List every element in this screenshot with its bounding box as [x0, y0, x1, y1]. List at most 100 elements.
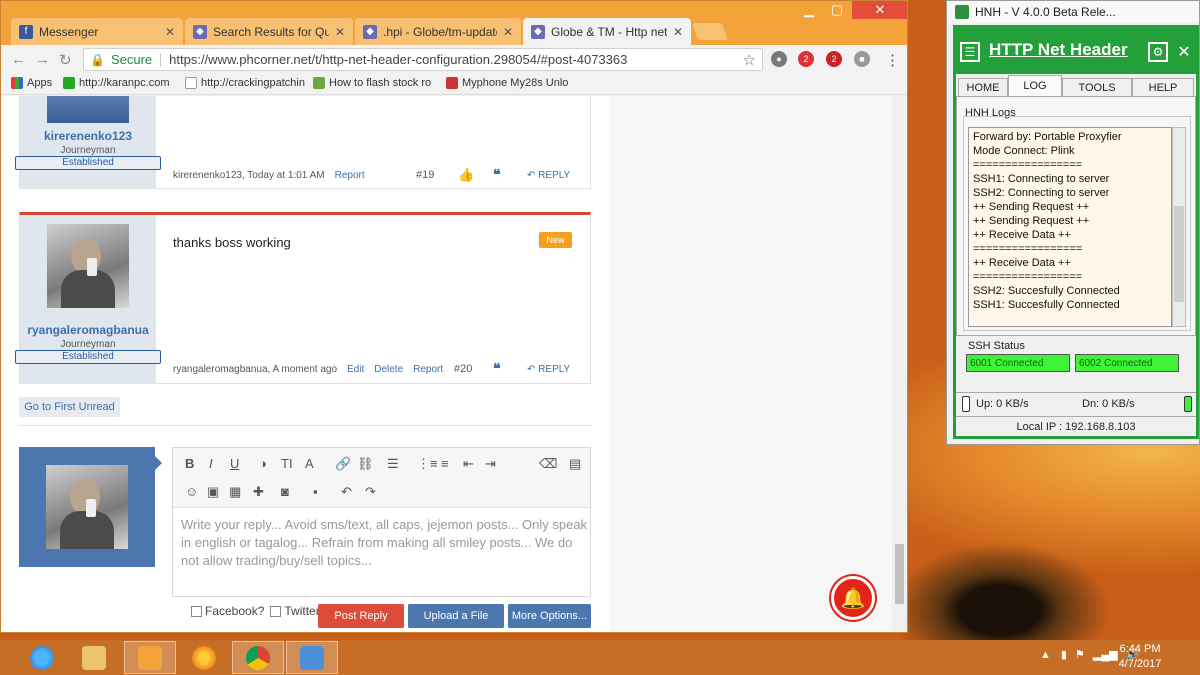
- menu-kebab-icon[interactable]: ⋮: [885, 51, 900, 69]
- bullet-list-icon[interactable]: ⋮≡: [417, 456, 438, 472]
- quote-icon[interactable]: ❝: [493, 360, 501, 377]
- undo-icon[interactable]: ↶: [341, 484, 352, 500]
- bookmark-crackingpatching[interactable]: http://crackingpatchin: [185, 77, 305, 89]
- insert-plus-icon[interactable]: ✚: [253, 484, 264, 500]
- maximize-button[interactable]: ▢: [824, 1, 850, 19]
- camera-icon[interactable]: ◙: [281, 484, 289, 499]
- reload-icon[interactable]: ↻: [59, 51, 72, 69]
- minimize-button[interactable]: ▁: [796, 1, 822, 19]
- quote-icon[interactable]: ❝: [493, 166, 501, 183]
- color-icon[interactable]: ◑: [259, 456, 267, 471]
- tab-messenger[interactable]: f Messenger ✕: [11, 18, 183, 45]
- url-text[interactable]: https://www.phcorner.net/t/http-net-head…: [169, 52, 627, 67]
- scroll-thumb[interactable]: [895, 544, 904, 604]
- taskbar-chrome[interactable]: [232, 641, 284, 674]
- unlink-icon[interactable]: ⛓: [357, 456, 374, 472]
- link-icon[interactable]: 🔗: [335, 456, 351, 472]
- log-scroll-thumb[interactable]: [1174, 206, 1184, 302]
- back-arrow-icon[interactable]: ←: [11, 51, 26, 68]
- eraser-icon[interactable]: ⌫: [539, 456, 557, 472]
- log-textbox[interactable]: Forward by: Portable Proxyfier Mode Conn…: [968, 127, 1172, 327]
- taskbar-clock[interactable]: 6:44 PM 4/7/2017: [1110, 642, 1170, 672]
- more-options-button[interactable]: More Options...: [508, 604, 591, 628]
- close-icon[interactable]: ✕: [335, 25, 345, 39]
- go-to-first-unread-button[interactable]: Go to First Unread: [19, 397, 120, 417]
- avatar[interactable]: [47, 224, 129, 308]
- outdent-icon[interactable]: ⇤: [463, 456, 474, 472]
- upload-file-button[interactable]: Upload a File: [408, 604, 504, 628]
- forward-arrow-icon[interactable]: →: [35, 51, 50, 68]
- bookmark-star-icon[interactable]: ☆: [743, 51, 756, 69]
- close-icon[interactable]: ✕: [503, 25, 513, 39]
- close-icon[interactable]: ✕: [673, 25, 683, 39]
- gear-icon[interactable]: ⚙: [1148, 42, 1168, 62]
- edit-link[interactable]: Edit: [347, 364, 364, 375]
- tab-tools[interactable]: TOOLS: [1062, 78, 1132, 96]
- taskbar-media-player[interactable]: [124, 641, 176, 674]
- show-hidden-icon[interactable]: ▲: [1040, 649, 1051, 661]
- redo-icon[interactable]: ↷: [365, 484, 376, 500]
- post-reply-button[interactable]: Post Reply: [318, 604, 404, 628]
- twitter-checkbox[interactable]: [270, 605, 282, 617]
- extension-abp-icon[interactable]: 2: [798, 51, 814, 67]
- close-icon[interactable]: ✕: [165, 25, 175, 39]
- tab-home[interactable]: HOME: [958, 78, 1008, 96]
- log-scrollbar[interactable]: [1172, 127, 1186, 327]
- log-line: Mode Connect: Plink: [973, 145, 1075, 157]
- numbered-list-icon[interactable]: ≡: [441, 456, 449, 471]
- close-window-button[interactable]: ✕: [852, 1, 907, 19]
- tab-globe-tm[interactable]: ◆ Globe & TM - Http net h ✕: [523, 18, 691, 45]
- extension-opera-icon[interactable]: 2: [826, 51, 842, 67]
- address-bar[interactable]: 🔒 Secure https://www.phcorner.net/t/http…: [83, 48, 763, 71]
- close-icon[interactable]: ✕: [1174, 42, 1194, 62]
- indent-icon[interactable]: ⇥: [485, 456, 496, 472]
- tab-search-results[interactable]: ◆ Search Results for Query ✕: [185, 18, 353, 45]
- taskbar-ie[interactable]: [16, 641, 68, 674]
- italic-icon[interactable]: I: [209, 456, 213, 471]
- align-icon[interactable]: ☰: [387, 456, 399, 472]
- tab-hpi-globe[interactable]: ◆ .hpi - Globe/tm-updated ✕: [355, 18, 521, 45]
- avatar[interactable]: [47, 96, 129, 123]
- font-size-icon[interactable]: TI: [281, 456, 293, 471]
- tab-log[interactable]: LOG: [1008, 75, 1062, 96]
- bold-icon[interactable]: B: [185, 456, 194, 471]
- media-icon[interactable]: ▦: [229, 484, 241, 500]
- taskbar-explorer[interactable]: [68, 641, 120, 674]
- save-draft-icon[interactable]: ▪: [313, 484, 318, 499]
- source-icon[interactable]: ▤: [569, 456, 581, 472]
- underline-icon[interactable]: U: [230, 456, 239, 471]
- bookmark-flash-stock[interactable]: How to flash stock ro: [313, 77, 431, 89]
- username[interactable]: kirerenenko123: [20, 129, 156, 143]
- extension-cube-icon[interactable]: ■: [854, 51, 870, 67]
- report-link[interactable]: Report: [335, 170, 365, 181]
- reply-button[interactable]: ↶ REPLY: [527, 170, 570, 181]
- bookmark-label: How to flash stock ro: [329, 77, 432, 89]
- reply-button[interactable]: ↶ REPLY: [527, 364, 570, 375]
- smiley-icon[interactable]: ☺: [185, 484, 198, 499]
- bookmark-karanpc[interactable]: http://karanpc.com: [63, 77, 170, 89]
- page-scrollbar[interactable]: [892, 96, 907, 632]
- hamburger-menu-icon[interactable]: ☰: [960, 42, 980, 62]
- notification-bell-icon[interactable]: 🔔: [831, 576, 875, 620]
- tab-help[interactable]: HELP: [1132, 78, 1194, 96]
- taskbar-firefox[interactable]: [178, 641, 230, 674]
- reply-placeholder[interactable]: Write your reply... Avoid sms/text, all …: [181, 516, 591, 570]
- flag-icon[interactable]: ⚑: [1075, 648, 1085, 661]
- facebook-checkbox[interactable]: [191, 605, 202, 617]
- taskbar-hnh[interactable]: [286, 641, 338, 674]
- new-tab-button[interactable]: [691, 23, 729, 40]
- network-icon[interactable]: ▮: [1061, 648, 1067, 661]
- bookmark-apps[interactable]: Apps: [11, 77, 52, 89]
- post-number[interactable]: #19: [416, 169, 434, 181]
- bookmark-myphone[interactable]: Myphone My28s Unlo: [446, 77, 568, 89]
- extension-bulb-icon[interactable]: ●: [771, 51, 787, 67]
- post-number[interactable]: #20: [454, 363, 472, 375]
- image-icon[interactable]: ▣: [207, 484, 219, 500]
- report-link[interactable]: Report: [413, 364, 443, 375]
- reply-editor[interactable]: B I U ◑ TI A 🔗 ⛓ ☰ ⋮≡ ≡ ⇤ ⇥ ⌫ ▤ ☺ ▣ ▦ ✚ …: [172, 447, 591, 597]
- delete-link[interactable]: Delete: [374, 364, 403, 375]
- font-icon[interactable]: A: [305, 456, 314, 471]
- username[interactable]: ryangaleromagbanua: [20, 323, 156, 337]
- hnh-app-name[interactable]: HTTP Net Header: [989, 40, 1128, 60]
- like-icon[interactable]: 👍: [458, 167, 474, 183]
